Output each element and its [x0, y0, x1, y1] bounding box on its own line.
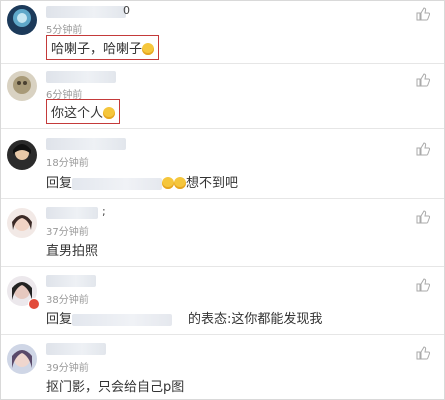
- username-blurred[interactable]: [46, 207, 98, 219]
- reply-target-blurred[interactable]: [72, 313, 173, 326]
- avatar[interactable]: [7, 208, 37, 238]
- avatar[interactable]: [7, 5, 37, 35]
- comment-list: 0 5分钟前 哈喇子，哈喇子 6分钟前 你这个人 18分钟前 回复 想不到吧 ;…: [0, 0, 445, 400]
- reply-target-blurred[interactable]: [72, 177, 163, 190]
- username-blurred[interactable]: [46, 6, 126, 18]
- avatar[interactable]: [7, 344, 37, 374]
- comment-text: 直男拍照: [46, 244, 99, 259]
- comment-text: 回复 想不到吧: [46, 172, 238, 191]
- comment-item: 39分钟前 抠门影，只会给自己p图: [1, 334, 444, 399]
- username-suffix: 0: [123, 4, 130, 17]
- username-blurred[interactable]: [46, 138, 126, 150]
- comment-item: 0 5分钟前 哈喇子，哈喇子: [1, 1, 444, 64]
- username-blurred[interactable]: [46, 275, 96, 287]
- comment-text: 哈喇子，哈喇子: [46, 35, 160, 60]
- thumbs-up-icon[interactable]: [416, 142, 430, 156]
- comment-time: 18分钟前: [46, 158, 89, 169]
- comment-time: 37分钟前: [46, 227, 89, 238]
- thumbs-up-icon[interactable]: [416, 7, 430, 21]
- smiley-emoji-icon: [162, 177, 175, 189]
- comment-time: 5分钟前: [46, 25, 83, 36]
- comment-text-value: 哈喇子，哈喇子: [51, 42, 143, 57]
- comment-item: 18分钟前 回复 想不到吧: [1, 128, 444, 199]
- reply-prefix: 回复: [46, 312, 73, 327]
- comment-item: 6分钟前 你这个人: [1, 63, 444, 129]
- username-blurred[interactable]: [46, 343, 106, 355]
- comment-item: ; 37分钟前 直男拍照: [1, 198, 444, 267]
- thumbs-up-icon[interactable]: [416, 278, 430, 292]
- comment-text-value: 的表态:这你都能发现我: [188, 312, 323, 327]
- thumbs-up-icon[interactable]: [416, 73, 430, 87]
- comment-item: 38分钟前 回复 的表态:这你都能发现我: [1, 266, 444, 335]
- comment-time: 38分钟前: [46, 295, 89, 306]
- username-blurred[interactable]: [46, 71, 116, 83]
- comment-time: 39分钟前: [46, 363, 89, 374]
- smiley-emoji-icon: [142, 43, 155, 55]
- comment-text: 你这个人: [46, 99, 121, 124]
- avatar[interactable]: [7, 140, 37, 170]
- comment-text-value: 想不到吧: [186, 176, 239, 191]
- thumbs-up-icon[interactable]: [416, 346, 430, 360]
- smiley-emoji-icon: [103, 107, 116, 119]
- username-suffix: ;: [102, 205, 106, 218]
- smiley-emoji-icon: [174, 177, 187, 189]
- comment-text-value: 你这个人: [51, 106, 104, 121]
- comment-text: 抠门影，只会给自己p图: [46, 380, 185, 395]
- avatar[interactable]: [7, 71, 37, 101]
- verified-badge-icon: [28, 298, 40, 310]
- reply-prefix: 回复: [46, 176, 73, 191]
- comment-text: 回复 的表态:这你都能发现我: [46, 308, 322, 327]
- thumbs-up-icon[interactable]: [416, 210, 430, 224]
